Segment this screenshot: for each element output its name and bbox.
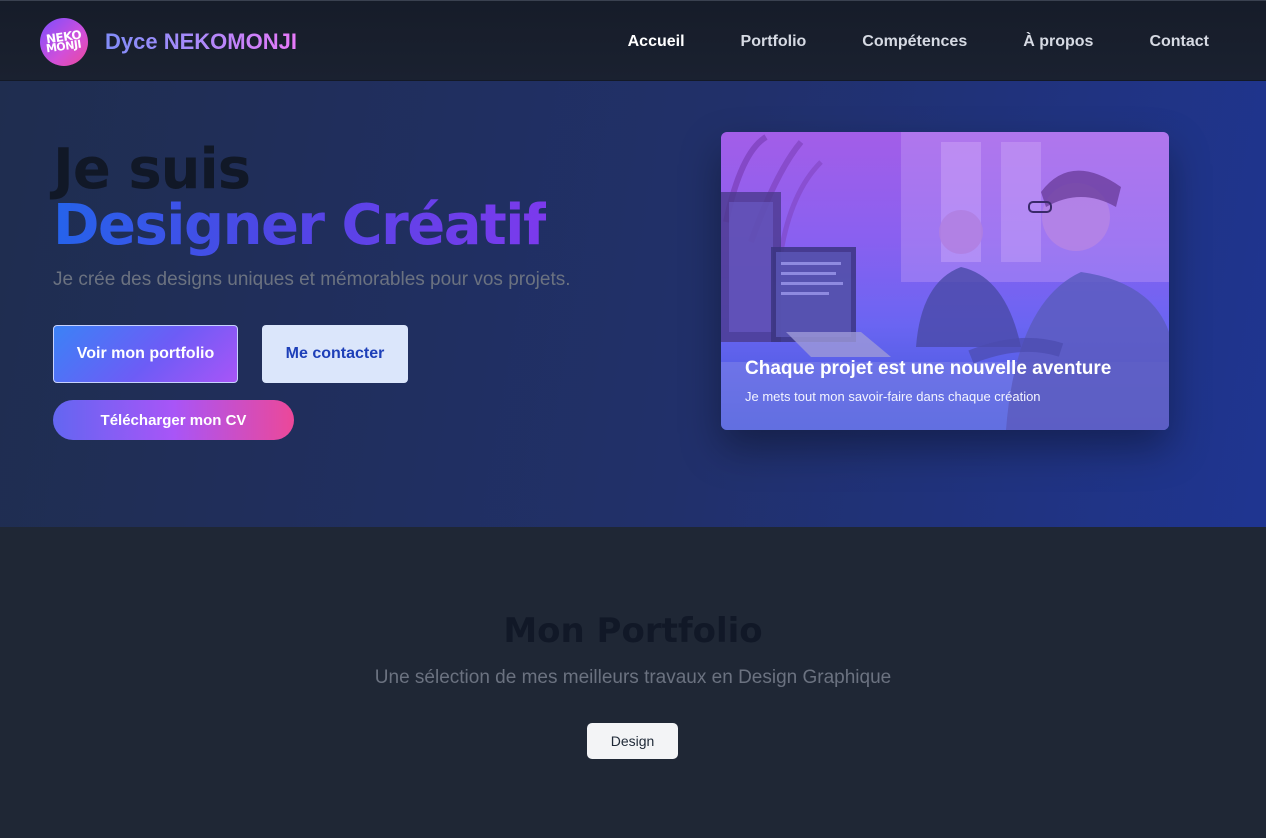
logo-text-bottom: MONJI: [45, 37, 83, 56]
portfolio-subtitle: Une sélection de mes meilleurs travaux e…: [374, 667, 892, 688]
contact-button[interactable]: Me contacter: [262, 325, 408, 383]
card-caption-subtitle: Je mets tout mon savoir-faire dans chaqu…: [745, 389, 1041, 404]
view-portfolio-button[interactable]: Voir mon portfolio: [53, 325, 238, 383]
hero-subtitle: Je crée des designs uniques et mémorable…: [53, 269, 571, 290]
nav-link-accueil[interactable]: Accueil: [628, 33, 685, 51]
nav-links: Accueil Portfolio Compétences À propos C…: [628, 1, 1209, 82]
filter-design-button[interactable]: Design: [587, 723, 678, 759]
portfolio-section: Mon Portfolio Une sélection de mes meill…: [0, 527, 1266, 838]
office-photo-illustration: [721, 132, 1169, 430]
hero-section: Je suis Designer Créatif Je crée des des…: [0, 81, 1266, 527]
hero-title-line2: Designer Créatif: [53, 193, 547, 258]
hero-image-card: Chaque projet est une nouvelle aventure …: [721, 132, 1169, 430]
portfolio-title: Mon Portfolio: [503, 611, 763, 651]
brand-name[interactable]: Dyce NEKOMONJI: [105, 29, 297, 55]
download-cv-button[interactable]: Télécharger mon CV: [53, 400, 294, 440]
nav-link-contact[interactable]: Contact: [1149, 33, 1209, 51]
nav-link-a-propos[interactable]: À propos: [1023, 33, 1093, 51]
top-navbar: NEKO MONJI Dyce NEKOMONJI Accueil Portfo…: [0, 0, 1266, 81]
logo-badge[interactable]: NEKO MONJI: [40, 18, 88, 66]
nav-link-portfolio[interactable]: Portfolio: [741, 33, 807, 51]
nav-link-competences[interactable]: Compétences: [862, 33, 967, 51]
card-caption-title: Chaque projet est une nouvelle aventure: [745, 358, 1112, 379]
